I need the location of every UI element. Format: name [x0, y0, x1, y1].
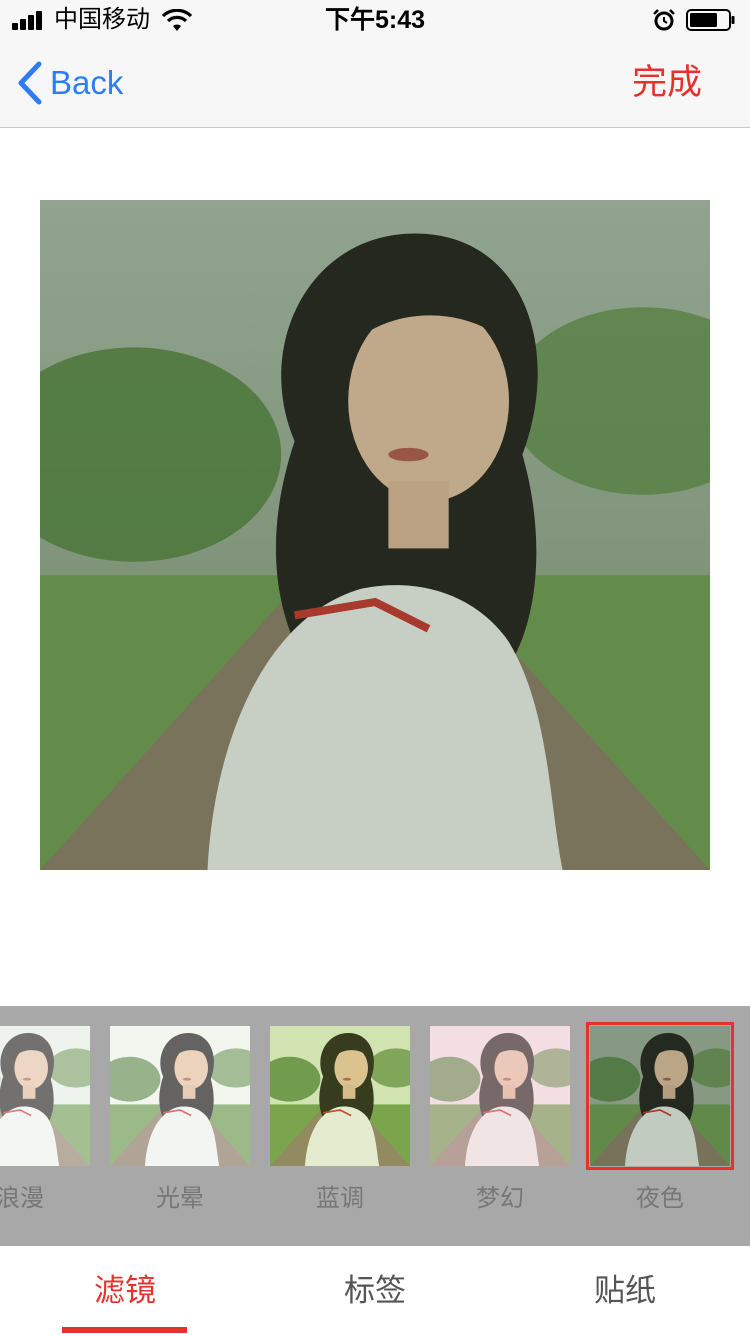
- tab-stickers[interactable]: 贴纸: [500, 1246, 750, 1334]
- filter-thumb: [0, 1026, 90, 1166]
- filter-label: 光晕: [156, 1185, 204, 1212]
- status-bar: 中国移动 下午5:43: [0, 0, 750, 40]
- filter-thumb: [586, 1022, 734, 1170]
- battery-icon: [686, 9, 735, 31]
- alarm-icon: [653, 9, 675, 31]
- chevron-left-icon: [18, 61, 42, 105]
- filter-thumb: [110, 1026, 250, 1166]
- status-time: 下午5:43: [324, 6, 426, 34]
- portrait-photo: [40, 200, 710, 870]
- tab-bar: 滤镜 标签 贴纸: [0, 1246, 750, 1334]
- back-button[interactable]: Back: [14, 58, 123, 108]
- tab-labels[interactable]: 标签: [250, 1246, 500, 1334]
- filter-strip[interactable]: 浪漫 光晕 蓝调 梦幻 夜色: [0, 1006, 750, 1246]
- screen: 中国移动 下午5:43 Back 完成 浪漫 光晕 蓝调 梦幻 夜色 滤镜 标签…: [0, 0, 750, 1334]
- filter-label: 浪漫: [0, 1185, 44, 1212]
- active-tab-indicator: [62, 1327, 187, 1333]
- filter-label: 夜色: [636, 1185, 684, 1212]
- filter-thumb: [270, 1026, 410, 1166]
- nav-bar: Back 完成: [0, 40, 750, 128]
- tab-filters[interactable]: 滤镜: [0, 1246, 250, 1334]
- done-button[interactable]: 完成: [632, 60, 702, 106]
- filter-thumb: [430, 1026, 570, 1166]
- back-label: Back: [50, 64, 124, 101]
- filter-label: 梦幻: [476, 1185, 524, 1212]
- filter-label: 蓝调: [316, 1185, 364, 1212]
- main-photo: [40, 200, 710, 870]
